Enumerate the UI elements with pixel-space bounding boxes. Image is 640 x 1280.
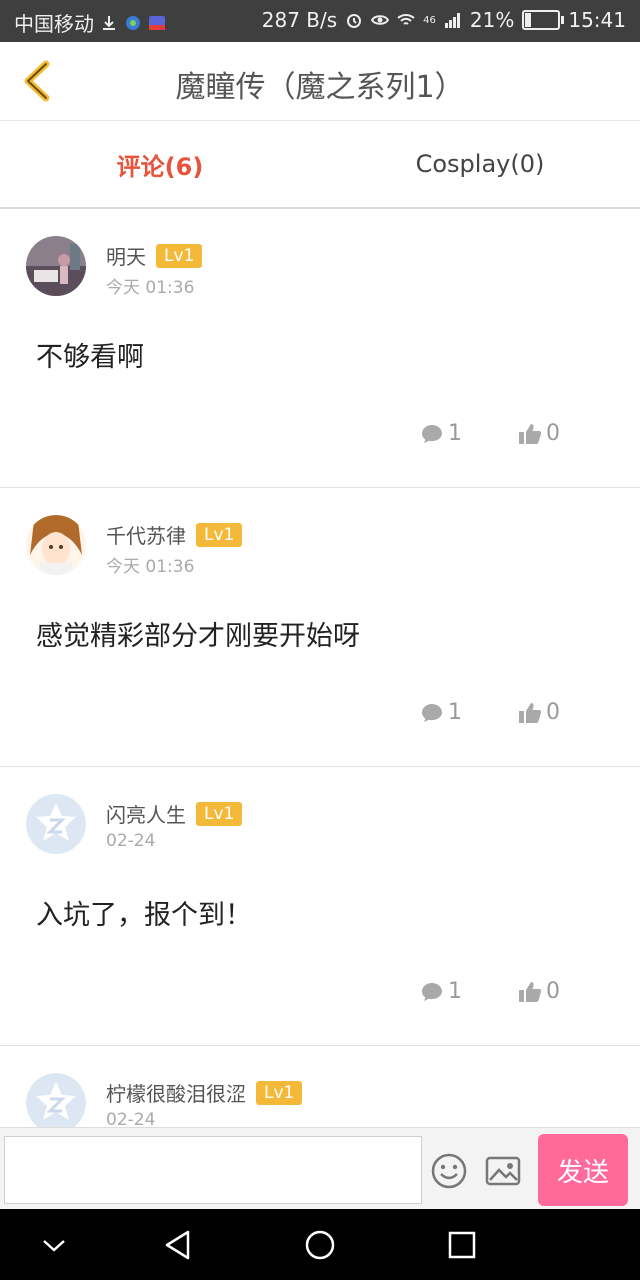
default-avatar-icon[interactable]	[26, 794, 86, 854]
level-badge: Lv1	[196, 801, 243, 826]
user-name[interactable]: 明天	[106, 241, 146, 270]
carrier-label: 中国移动	[14, 12, 94, 36]
battery-fill	[525, 13, 532, 27]
reply-count: 1	[448, 979, 462, 1004]
comment-actions: 1 0	[420, 700, 560, 725]
user-name-row: 明天 Lv1	[106, 241, 203, 270]
level-badge: Lv1	[256, 1080, 303, 1105]
user-name[interactable]: 柠檬很酸泪很涩	[106, 1078, 246, 1107]
reply-count: 1	[448, 421, 462, 446]
level-badge: Lv1	[156, 243, 203, 268]
eye-icon	[371, 15, 390, 25]
comment-text: 入坑了，报个到！	[36, 900, 252, 931]
tab-cosplay[interactable]: Cosplay(0)	[320, 121, 640, 207]
download-icon	[103, 15, 115, 30]
comment-item: 明天 Lv1 今天 01:36 不够看啊 1 0	[0, 209, 640, 488]
comment-time: 今天 01:36	[106, 278, 195, 298]
user-name-row: 柠檬很酸泪很涩 Lv1	[106, 1078, 303, 1107]
comment-actions: 1 0	[420, 979, 560, 1004]
chevron-down-icon[interactable]	[36, 1227, 72, 1263]
like-button[interactable]: 0	[518, 700, 560, 725]
thumbs-up-icon	[519, 981, 542, 1002]
header: 魔瞳传（魔之系列1）	[0, 42, 640, 121]
signal-icon	[444, 13, 460, 28]
comment-composer: 发送	[0, 1127, 640, 1210]
user-name[interactable]: 千代苏律	[106, 520, 186, 549]
comment-bubble-icon	[422, 703, 442, 722]
send-button[interactable]: 发送	[538, 1134, 628, 1206]
comment-time: 02-24	[106, 831, 156, 851]
level-badge: Lv1	[196, 522, 243, 547]
comment-actions: 1 0	[420, 421, 560, 446]
comment-bubble-icon	[422, 424, 442, 443]
home-circle-icon[interactable]	[302, 1227, 338, 1263]
taobao-notification-icon	[149, 15, 165, 30]
app-notification-icon	[126, 15, 140, 30]
clock: 15:41	[568, 8, 626, 32]
status-left: 中国移动	[14, 8, 166, 37]
like-button[interactable]: 0	[518, 421, 560, 446]
image-icon[interactable]	[484, 1152, 522, 1190]
like-count: 0	[546, 700, 560, 725]
default-avatar-icon[interactable]	[26, 1073, 86, 1127]
wifi-icon	[397, 14, 415, 25]
like-button[interactable]: 0	[518, 979, 560, 1004]
like-count: 0	[546, 421, 560, 446]
comment-time: 今天 01:36	[106, 557, 195, 577]
reply-button[interactable]: 1	[420, 979, 462, 1004]
reply-button[interactable]: 1	[420, 421, 462, 446]
recent-apps-icon[interactable]	[444, 1227, 480, 1263]
user-name-row: 千代苏律 Lv1	[106, 520, 243, 549]
thumbs-up-icon	[519, 423, 542, 444]
tab-comments[interactable]: 评论(6)	[0, 121, 320, 207]
reply-button[interactable]: 1	[420, 700, 462, 725]
comment-input[interactable]	[4, 1136, 422, 1204]
comment-item: 闪亮人生 Lv1 02-24 入坑了，报个到！ 1 0	[0, 767, 640, 1046]
battery-icon	[522, 10, 565, 30]
comment-time: 02-24	[106, 1110, 156, 1127]
user-name[interactable]: 闪亮人生	[106, 799, 186, 828]
battery-percent: 21%	[469, 8, 515, 32]
avatar[interactable]	[26, 515, 86, 575]
network-speed: 287 B/s	[261, 8, 338, 32]
status-bar: 中国移动 287 B/s 46 21% 15:41	[0, 0, 640, 42]
comment-text: 感觉精彩部分才刚要开始呀	[36, 621, 360, 652]
emoji-icon[interactable]	[430, 1152, 468, 1190]
tab-bar: 评论(6) Cosplay(0)	[0, 121, 640, 209]
status-right: 287 B/s 46 21% 15:41	[262, 8, 626, 32]
back-triangle-icon[interactable]	[160, 1227, 196, 1263]
like-count: 0	[546, 979, 560, 1004]
network-type: 46	[423, 14, 436, 26]
comment-list[interactable]: 明天 Lv1 今天 01:36 不够看啊 1 0 千代苏律 Lv1 今天 01:…	[0, 209, 640, 1127]
comment-text: 不够看啊	[36, 342, 144, 373]
comment-bubble-icon	[422, 982, 442, 1001]
comment-item: 柠檬很酸泪很涩 Lv1 02-24	[0, 1046, 640, 1127]
comment-item: 千代苏律 Lv1 今天 01:36 感觉精彩部分才刚要开始呀 1 0	[0, 488, 640, 767]
reply-count: 1	[448, 700, 462, 725]
alarm-icon	[347, 14, 362, 28]
avatar[interactable]	[26, 236, 86, 296]
system-nav-bar	[0, 1209, 640, 1280]
user-name-row: 闪亮人生 Lv1	[106, 799, 243, 828]
page-title: 魔瞳传（魔之系列1）	[175, 70, 465, 105]
thumbs-up-icon	[519, 702, 542, 723]
